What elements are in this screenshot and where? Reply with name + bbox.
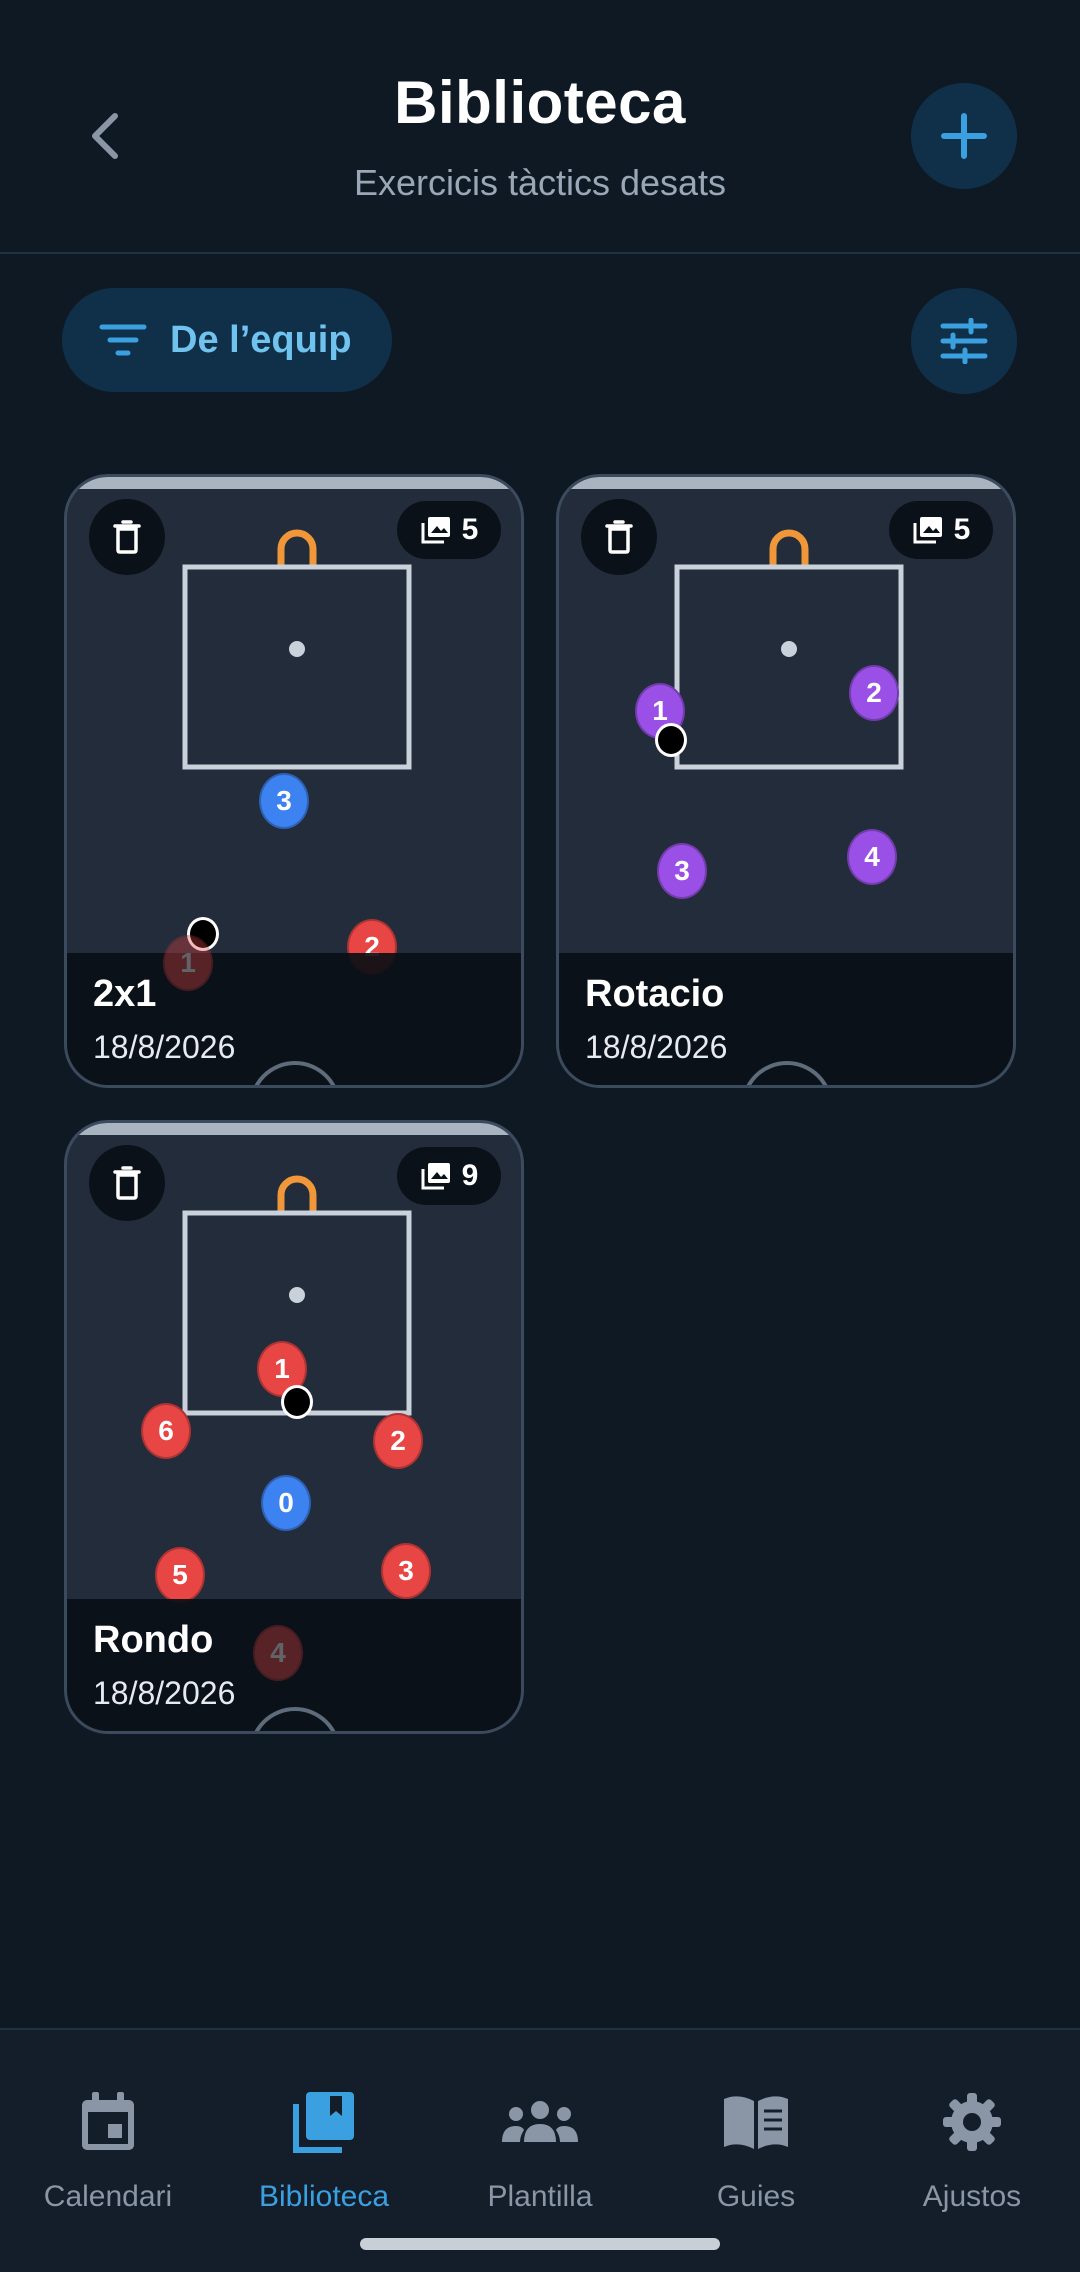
player-token: 2 xyxy=(373,1413,423,1469)
ball xyxy=(655,723,687,757)
image-count: 5 xyxy=(953,513,971,546)
home-indicator[interactable] xyxy=(360,2238,720,2250)
card-date: 18/8/2026 xyxy=(93,1675,236,1711)
filter-label: De l’equip xyxy=(170,318,352,361)
player-token: 4 xyxy=(253,1625,303,1681)
delete-button[interactable] xyxy=(581,499,657,575)
image-count-badge: 5 xyxy=(889,501,993,559)
image-count-badge: 9 xyxy=(397,1147,501,1205)
exercise-card[interactable]: 9 1 6 2 0 5 3 4 Rondo 18/8/2026 xyxy=(64,1120,524,1734)
header: Biblioteca Exercicis tàctics desats xyxy=(0,0,1080,254)
photo-library-icon xyxy=(913,517,942,544)
filter-chip[interactable]: De l’equip xyxy=(62,288,392,392)
add-button[interactable] xyxy=(911,83,1017,189)
nav-label: Guies xyxy=(716,2180,796,2213)
image-count-badge: 5 xyxy=(397,501,501,559)
filter-icon xyxy=(99,324,147,356)
player-token: 0 xyxy=(261,1475,311,1531)
exercise-card[interactable]: 5 3 2 1 2x1 18/8/2026 xyxy=(64,474,524,1088)
card-date: 18/8/2026 xyxy=(93,1029,236,1065)
delete-button[interactable] xyxy=(89,1145,165,1221)
book-icon xyxy=(724,2096,788,2149)
card-date: 18/8/2026 xyxy=(585,1029,728,1065)
ball xyxy=(281,1385,313,1419)
team-icon xyxy=(502,2101,578,2142)
player-token: 6 xyxy=(141,1403,191,1459)
plus-icon xyxy=(941,113,987,159)
delete-button[interactable] xyxy=(89,499,165,575)
card-title: 2x1 xyxy=(93,973,157,1015)
page-subtitle: Exercicis tàctics desats xyxy=(353,162,727,203)
nav-label: Biblioteca xyxy=(258,2180,390,2213)
nav-label: Calendari xyxy=(43,2180,173,2213)
nav-item-ajustos[interactable]: Ajustos xyxy=(864,2030,1080,2230)
photo-library-icon xyxy=(421,1163,450,1190)
nav-label: Plantilla xyxy=(487,2180,593,2213)
nav-item-calendari[interactable]: Calendari xyxy=(0,2030,216,2230)
sort-settings-button[interactable] xyxy=(911,288,1017,394)
player-token: 5 xyxy=(155,1547,205,1603)
trash-icon xyxy=(605,520,633,554)
card-title: Rotacio xyxy=(585,973,725,1015)
nav-item-plantilla[interactable]: Plantilla xyxy=(432,2030,648,2230)
player-token: 3 xyxy=(259,773,309,829)
nav-item-biblioteca[interactable]: Biblioteca xyxy=(216,2030,432,2230)
nav-label: Ajustos xyxy=(922,2180,1022,2213)
card-title: Rondo xyxy=(93,1619,214,1661)
player-token: 2 xyxy=(849,665,899,721)
player-token: 1 xyxy=(163,935,213,991)
player-token: 3 xyxy=(381,1543,431,1599)
nav-item-guies[interactable]: Guies xyxy=(648,2030,864,2230)
photo-library-icon xyxy=(421,517,450,544)
calendar-icon xyxy=(82,2092,134,2150)
trash-icon xyxy=(113,1166,141,1200)
image-count: 5 xyxy=(461,513,479,546)
exercise-card[interactable]: 5 1 2 3 4 Rotacio 18/8/2026 xyxy=(556,474,1016,1088)
gear-icon xyxy=(943,2093,1001,2151)
tune-icon xyxy=(940,318,988,364)
trash-icon xyxy=(113,520,141,554)
player-token: 3 xyxy=(657,843,707,899)
library-icon xyxy=(293,2092,354,2153)
bottom-navigation: Calendari Biblioteca Plantilla Guies Aju… xyxy=(0,2028,1080,2272)
player-token: 4 xyxy=(847,829,897,885)
image-count: 9 xyxy=(461,1159,479,1192)
